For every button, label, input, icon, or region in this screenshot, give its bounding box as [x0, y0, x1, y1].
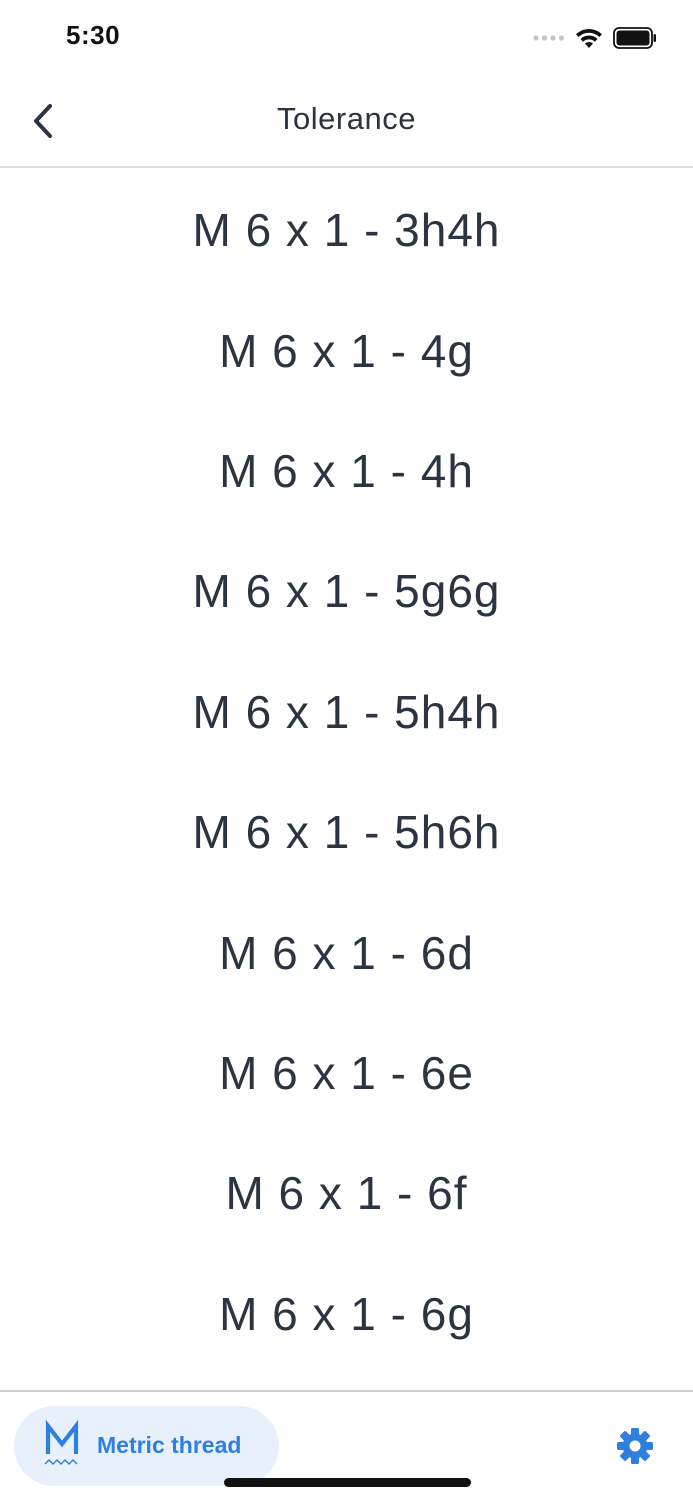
status-icons	[533, 24, 657, 52]
list-item-tolerance[interactable]: M 6 x 1 - 6g	[0, 1254, 693, 1374]
metric-thread-icon	[44, 1420, 79, 1465]
tolerance-list: M 6 x 1 - 3h4h M 6 x 1 - 4g M 6 x 1 - 4h…	[0, 170, 693, 1374]
list-item-tolerance[interactable]: M 6 x 1 - 5g6g	[0, 531, 693, 651]
settings-button[interactable]	[615, 1426, 655, 1466]
list-item-tolerance[interactable]: M 6 x 1 - 4h	[0, 411, 693, 531]
status-bar: 5:30	[0, 0, 693, 76]
metric-thread-tab[interactable]: Metric thread	[14, 1406, 279, 1486]
list-item-tolerance[interactable]: M 6 x 1 - 6e	[0, 1013, 693, 1133]
navigation-bar: Tolerance	[0, 76, 693, 168]
home-indicator	[224, 1478, 471, 1487]
list-item-tolerance[interactable]: M 6 x 1 - 5h4h	[0, 652, 693, 772]
list-item-tolerance[interactable]: M 6 x 1 - 5h6h	[0, 772, 693, 892]
list-item-tolerance[interactable]: M 6 x 1 - 3h4h	[0, 170, 693, 290]
list-item-tolerance[interactable]: M 6 x 1 - 6f	[0, 1133, 693, 1253]
page-title: Tolerance	[277, 101, 416, 136]
list-item-tolerance[interactable]: M 6 x 1 - 6d	[0, 892, 693, 1012]
signal-icon	[533, 35, 565, 41]
list-item-tolerance[interactable]: M 6 x 1 - 4g	[0, 290, 693, 410]
metric-thread-label: Metric thread	[97, 1432, 242, 1458]
gear-icon	[617, 1428, 653, 1464]
battery-icon	[613, 27, 656, 49]
status-time: 5:30	[66, 20, 121, 50]
wifi-icon	[576, 28, 602, 48]
